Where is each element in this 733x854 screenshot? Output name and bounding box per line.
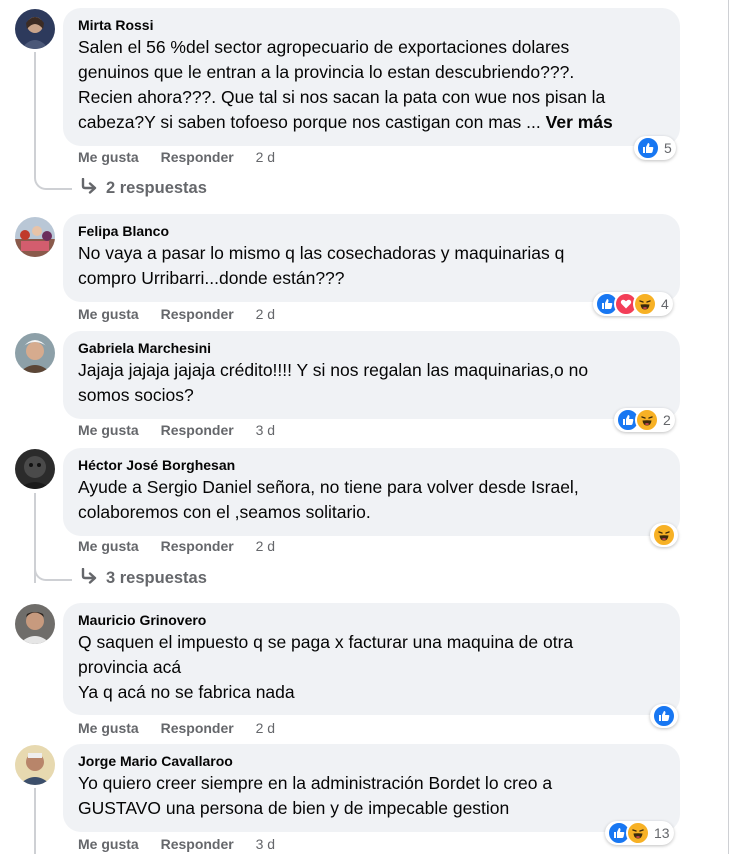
reaction-count: 2: [663, 412, 671, 428]
comment-actions: Me gusta Responder 2 d: [78, 537, 275, 555]
comment-bubble: Héctor José Borghesan Ayude a Sergio Dan…: [63, 448, 680, 536]
reply-button[interactable]: Responder: [161, 149, 234, 165]
comment-text-line: Q saquen el impuesto q se paga x factura…: [78, 632, 574, 652]
comment-text-line: cabeza?Y si saben tofoeso porque nos cas…: [78, 110, 668, 135]
thread-line: [34, 788, 36, 854]
reaction-count: 4: [661, 296, 669, 312]
thread-connector: [34, 168, 72, 190]
comment-text: Yo quiero creer siempre en la administra…: [78, 771, 668, 821]
replies-count-label: 2 respuestas: [106, 179, 207, 197]
comment-bubble: Felipa Blanco No vaya a pasar lo mismo q…: [63, 214, 680, 302]
view-replies-button[interactable]: 2 respuestas: [80, 177, 207, 199]
reply-button[interactable]: Responder: [161, 836, 234, 852]
comment-author[interactable]: Héctor José Borghesan: [78, 456, 668, 474]
comment-text-line: Yo quiero creer siempre en la administra…: [78, 773, 553, 793]
thread-connector: [34, 559, 72, 581]
comment-actions: Me gusta Responder 2 d: [78, 148, 275, 166]
comment-bubble: Mauricio Grinovero Q saquen el impuesto …: [63, 603, 680, 715]
comment-bubble: Mirta Rossi Salen el 56 %del sector agro…: [63, 8, 680, 146]
comment-gabriela-marchesini: Gabriela Marchesini Jajaja jajaja jajaja…: [0, 325, 733, 445]
comment-timestamp[interactable]: 3 d: [256, 422, 275, 438]
replies-count-label: 3 respuestas: [106, 569, 207, 587]
comment-text-line: Recien ahora???. Que tal si nos sacan la…: [78, 87, 606, 107]
comment-timestamp[interactable]: 3 d: [256, 836, 275, 852]
comment-jorge-mario-cavallaroo: Jorge Mario Cavallaroo Yo quiero creer s…: [0, 740, 733, 854]
comment-timestamp[interactable]: 2 d: [256, 538, 275, 554]
comment-mauricio-grinovero: Mauricio Grinovero Q saquen el impuesto …: [0, 595, 733, 740]
comment-text: Q saquen el impuesto q se paga x factura…: [78, 630, 668, 705]
comment-text-line: Jajaja jajaja jajaja crédito!!!! Y si no…: [78, 360, 589, 380]
comment-text-line: genuinos que le entran a la provincia lo…: [78, 62, 575, 82]
view-replies-button[interactable]: 3 respuestas: [80, 567, 207, 589]
thread-line: [34, 52, 36, 172]
reaction-count: 5: [664, 140, 672, 156]
reply-button[interactable]: Responder: [161, 306, 234, 322]
comment-text-line: compro Urribarri...donde están???: [78, 268, 345, 288]
reaction-summary[interactable]: 13: [605, 821, 674, 845]
avatar[interactable]: [15, 9, 55, 49]
comment-text: No vaya a pasar lo mismo q las cosechado…: [78, 241, 668, 291]
comment-text-line: Salen el 56 %del sector agropecuario de …: [78, 37, 570, 57]
laughing-face-icon: [633, 292, 657, 316]
comment-actions: Me gusta Responder 2 d: [78, 719, 275, 737]
laughing-face-icon: [626, 821, 650, 845]
avatar[interactable]: [15, 217, 55, 257]
comment-text-line: Ayude a Sergio Daniel señora, no tiene p…: [78, 477, 579, 497]
comment-text-fragment: cabeza?Y si saben tofoeso porque nos cas…: [78, 112, 546, 132]
comment-text: Salen el 56 %del sector agropecuario de …: [78, 35, 668, 135]
comment-text: Ayude a Sergio Daniel señora, no tiene p…: [78, 475, 668, 525]
comment-author[interactable]: Jorge Mario Cavallaroo: [78, 752, 668, 770]
reply-arrow-icon: [80, 177, 98, 199]
reply-arrow-icon: [80, 567, 98, 589]
reply-button[interactable]: Responder: [161, 538, 234, 554]
comment-text-line: Ya q acá no se fabrica nada: [78, 682, 295, 702]
like-button[interactable]: Me gusta: [78, 149, 139, 165]
laughing-face-icon: [652, 523, 676, 547]
reaction-summary[interactable]: 4: [593, 292, 673, 316]
like-button[interactable]: Me gusta: [78, 720, 139, 736]
comment-text-line: somos socios?: [78, 385, 194, 405]
comment-timestamp[interactable]: 2 d: [256, 149, 275, 165]
comment-actions: Me gusta Responder 3 d: [78, 835, 275, 853]
avatar[interactable]: [15, 449, 55, 489]
thumbs-up-icon: [652, 704, 676, 728]
comment-text-line: colaboremos con el ,seamos solitario.: [78, 502, 371, 522]
comment-text-line: provincia acá: [78, 657, 182, 677]
comment-timestamp[interactable]: 2 d: [256, 720, 275, 736]
laughing-face-icon: [635, 408, 659, 432]
comment-bubble: Jorge Mario Cavallaroo Yo quiero creer s…: [63, 744, 680, 832]
like-button[interactable]: Me gusta: [78, 306, 139, 322]
comment-bubble: Gabriela Marchesini Jajaja jajaja jajaja…: [63, 331, 680, 419]
reaction-summary[interactable]: 2: [614, 408, 675, 432]
comment-author[interactable]: Mirta Rossi: [78, 16, 668, 34]
comment-author[interactable]: Gabriela Marchesini: [78, 339, 668, 357]
like-button[interactable]: Me gusta: [78, 538, 139, 554]
avatar[interactable]: [15, 745, 55, 785]
comment-mirta-rossi: Mirta Rossi Salen el 56 %del sector agro…: [0, 0, 733, 205]
comment-text-line: GUSTAVO una persona de bien y de impecab…: [78, 798, 510, 818]
comment-text: Jajaja jajaja jajaja crédito!!!! Y si no…: [78, 358, 668, 408]
comment-actions: Me gusta Responder 3 d: [78, 421, 275, 439]
comment-author[interactable]: Felipa Blanco: [78, 222, 668, 240]
thumbs-up-icon: [636, 136, 660, 160]
comment-actions: Me gusta Responder 2 d: [78, 305, 275, 323]
comment-author[interactable]: Mauricio Grinovero: [78, 611, 668, 629]
reaction-summary[interactable]: [650, 704, 678, 728]
comment-hector-jose-borghesan: Héctor José Borghesan Ayude a Sergio Dan…: [0, 445, 733, 595]
like-button[interactable]: Me gusta: [78, 836, 139, 852]
see-more-link[interactable]: Ver más: [546, 112, 613, 132]
comment-text-line: No vaya a pasar lo mismo q las cosechado…: [78, 243, 565, 263]
reply-button[interactable]: Responder: [161, 422, 234, 438]
like-button[interactable]: Me gusta: [78, 422, 139, 438]
reaction-summary[interactable]: 5: [634, 136, 676, 160]
avatar[interactable]: [15, 333, 55, 373]
avatar[interactable]: [15, 604, 55, 644]
reply-button[interactable]: Responder: [161, 720, 234, 736]
comment-felipa-blanco: Felipa Blanco No vaya a pasar lo mismo q…: [0, 205, 733, 325]
comment-timestamp[interactable]: 2 d: [256, 306, 275, 322]
reaction-count: 13: [654, 825, 670, 841]
reaction-summary[interactable]: [650, 523, 678, 547]
